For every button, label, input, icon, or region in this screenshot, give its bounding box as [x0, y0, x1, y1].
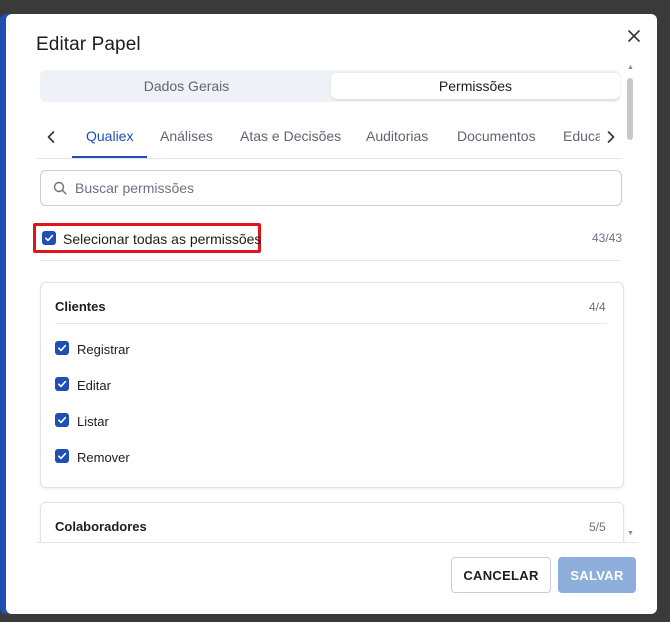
scroll-down-icon[interactable]: ▼ — [627, 530, 634, 537]
tab-auditorias[interactable]: Auditorias — [366, 116, 428, 156]
dialog-title: Editar Papel — [36, 34, 141, 55]
permission-group-colaboradores: Colaboradores 5/5 — [40, 502, 624, 542]
checkmark-icon — [58, 416, 67, 424]
permission-checkbox[interactable] — [55, 377, 69, 391]
module-tabs: Qualiex Análises Atas e Decisões Auditor… — [36, 116, 622, 159]
save-button[interactable]: SALVAR — [558, 557, 636, 593]
divider — [40, 260, 620, 261]
segmented-tabs: Dados Gerais Permissões — [40, 70, 620, 102]
tabs-next-button[interactable] — [602, 126, 620, 148]
search-input[interactable] — [73, 171, 607, 205]
total-permissions-count: 43/43 — [592, 231, 623, 245]
search-icon — [53, 181, 67, 195]
chevron-right-icon — [607, 131, 615, 143]
tab-educacao[interactable]: Educaç — [563, 116, 600, 156]
permission-checkbox[interactable] — [55, 449, 69, 463]
permission-checkbox[interactable] — [55, 413, 69, 427]
permission-group-clientes: Clientes 4/4 Registrar Editar Listar Rem… — [40, 282, 624, 488]
permission-label: Registrar — [77, 342, 130, 357]
tab-dados-gerais[interactable]: Dados Gerais — [42, 73, 331, 99]
checkmark-icon — [45, 234, 54, 242]
edit-role-dialog: Editar Papel Dados Gerais Permissões Qua… — [6, 14, 657, 614]
footer-divider — [36, 542, 638, 543]
select-all-checkbox[interactable] — [42, 231, 56, 245]
tab-atas-e-decisoes[interactable]: Atas e Decisões — [240, 116, 341, 156]
group-count: 4/4 — [589, 300, 606, 314]
cancel-button[interactable]: CANCELAR — [451, 557, 551, 593]
tab-analises[interactable]: Análises — [160, 116, 213, 156]
checkmark-icon — [58, 380, 67, 388]
close-icon — [628, 30, 640, 42]
search-field — [40, 170, 622, 206]
tab-permissoes[interactable]: Permissões — [331, 73, 620, 99]
permission-label: Listar — [77, 414, 109, 429]
select-all-label: Selecionar todas as permissões — [63, 231, 262, 247]
checkmark-icon — [58, 452, 67, 460]
tabs-viewport: Qualiex Análises Atas e Decisões Auditor… — [66, 116, 600, 158]
dialog-content[interactable]: Dados Gerais Permissões Qualiex Análises… — [6, 64, 636, 542]
scrollbar-thumb[interactable] — [627, 78, 633, 140]
vertical-scrollbar[interactable]: ▲ ▼ — [626, 64, 634, 542]
permission-checkbox[interactable] — [55, 341, 69, 355]
checkmark-icon — [58, 344, 67, 352]
select-all-permissions[interactable]: Selecionar todas as permissões — [33, 223, 261, 253]
permission-label: Remover — [77, 450, 130, 465]
chevron-left-icon — [47, 131, 55, 143]
tabs-prev-button[interactable] — [42, 126, 60, 148]
tab-qualiex[interactable]: Qualiex — [72, 116, 148, 158]
permission-label: Editar — [77, 378, 111, 393]
group-title: Colaboradores — [55, 519, 147, 534]
close-button[interactable] — [624, 26, 644, 46]
scroll-up-icon[interactable]: ▲ — [627, 64, 634, 71]
divider — [55, 323, 607, 324]
tab-documentos[interactable]: Documentos — [457, 116, 536, 156]
group-count: 5/5 — [589, 520, 606, 534]
group-title: Clientes — [55, 299, 106, 314]
